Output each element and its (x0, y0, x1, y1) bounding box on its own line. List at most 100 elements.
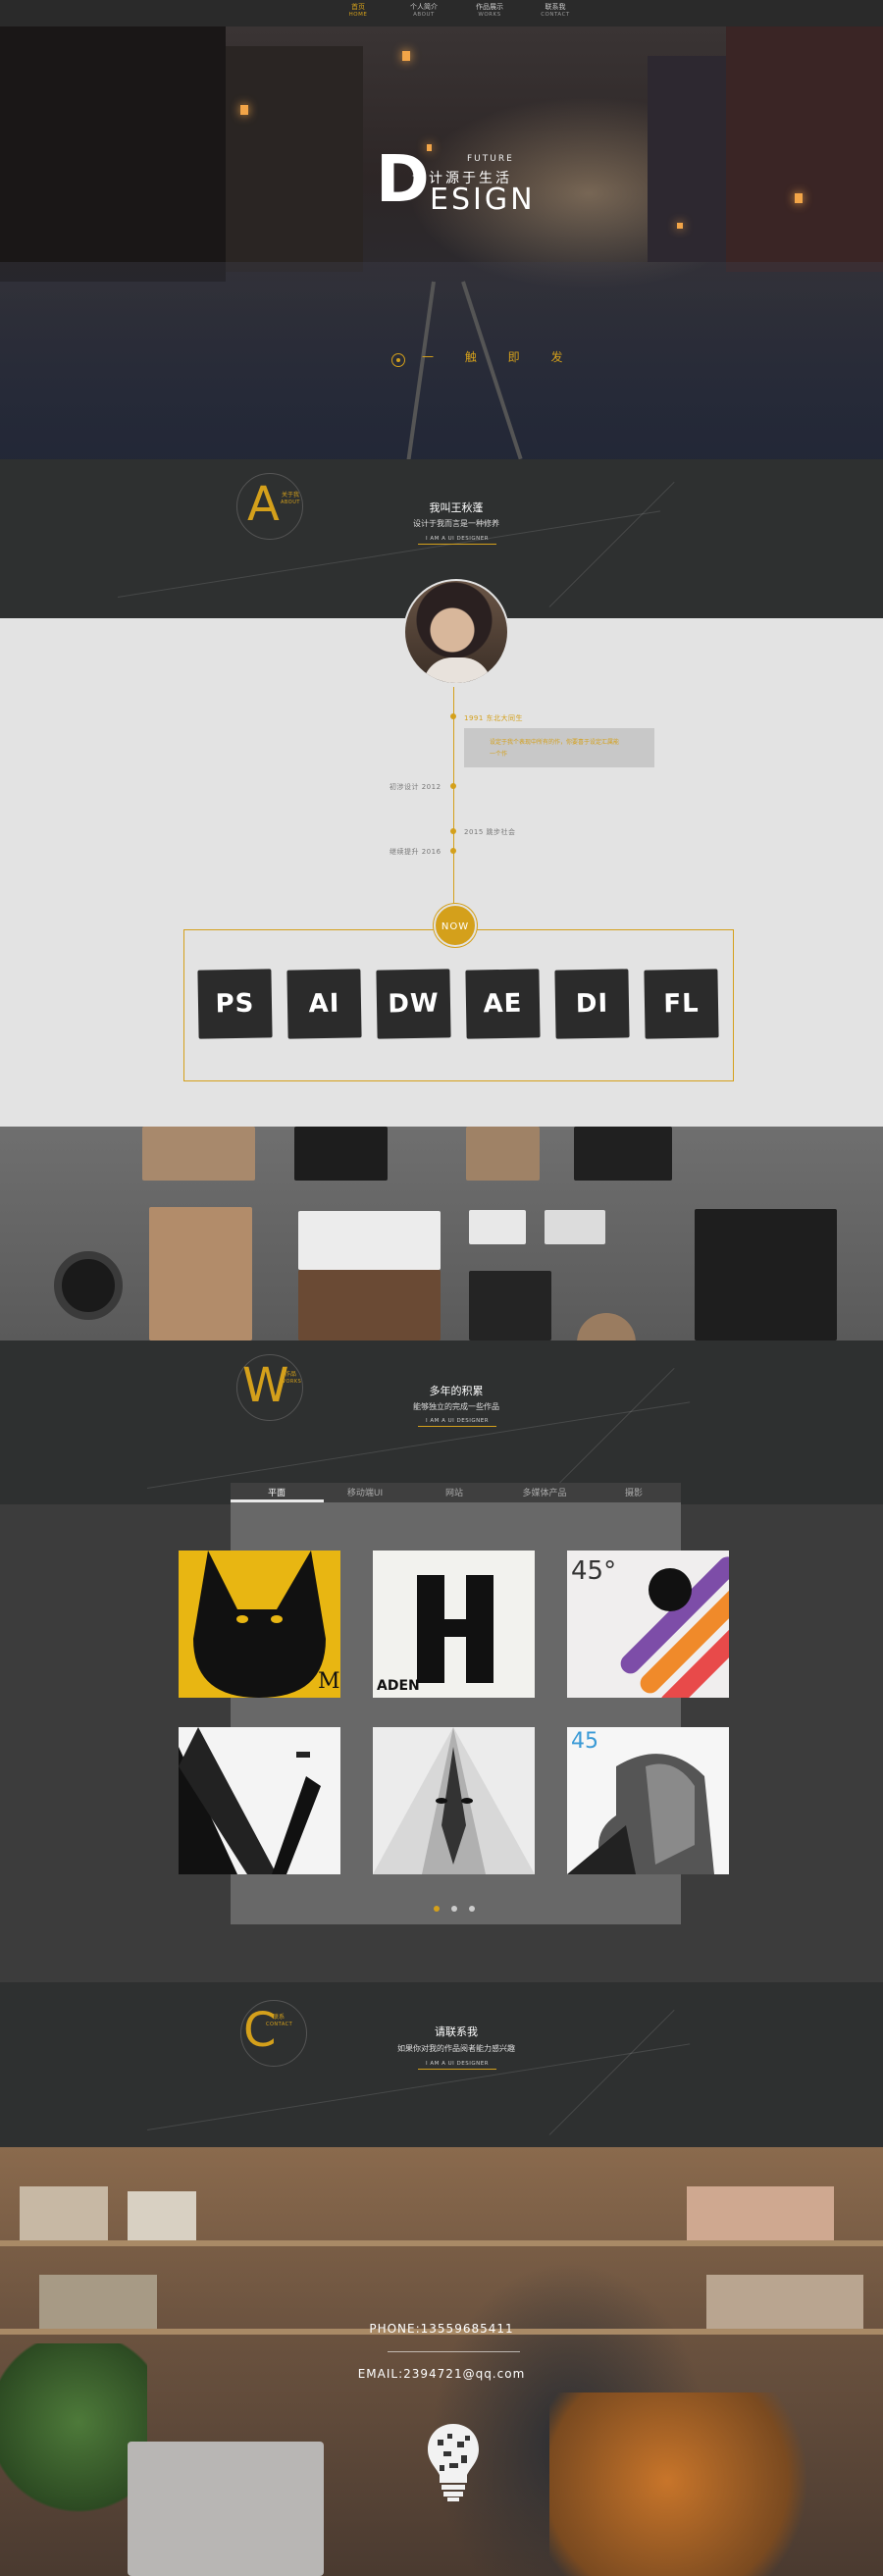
work-thumb-h[interactable]: ADEN (373, 1551, 535, 1698)
contact-mini-en: CONTACT (266, 2022, 293, 2027)
timeline-note-line1: 设定于我个表现中所有的作，你要喜于设定汇属能 (490, 739, 620, 746)
about-letter: A (247, 477, 280, 532)
works-subtitle: 能够独立的完成一些作品 (413, 1402, 499, 1411)
photo-books (20, 2186, 108, 2240)
nav-contact[interactable]: 联系我 CONTACT (526, 3, 585, 19)
work-thumb-helicopter[interactable] (179, 1727, 340, 1874)
nav-works[interactable]: 作品展示 WORKS (460, 3, 519, 19)
about-title: 我叫王秋蓬 (429, 501, 484, 514)
hero-window-light (795, 193, 803, 203)
contact-divider (388, 2351, 520, 2352)
timeline-dot (450, 783, 456, 789)
svg-text:M: M (318, 1669, 340, 1694)
h-letter-illustration (417, 1575, 493, 1683)
work-thumb-text: 45° (571, 1556, 617, 1586)
tab-multimedia[interactable]: 多媒体产品 (500, 1486, 589, 1498)
now-badge: NOW (434, 904, 477, 947)
photo-plant (0, 2343, 147, 2520)
contact-mini-cn: 联系 (273, 2014, 286, 2021)
photo-black-box (574, 1127, 672, 1181)
lightbulb-icon (428, 2424, 479, 2501)
photo-card (469, 1210, 526, 1244)
hero-window-light (677, 223, 683, 229)
helicopter-illustration (179, 1727, 321, 1874)
photo-books (706, 2275, 863, 2329)
contact-header: C 联系 CONTACT 请联系我 如果你对我的作品阅者能力感兴趣 I AM A… (0, 1982, 883, 2147)
nav-home[interactable]: 首页 HOME (329, 3, 388, 19)
skill-ai: AI (286, 969, 362, 1039)
hero-slogan: 一 触 即 发 (422, 350, 577, 364)
pager-dot-3[interactable] (469, 1906, 475, 1912)
tab-mobile-ui[interactable]: 移动端UI (321, 1486, 409, 1498)
about-subtitle: 设计于我而言是一种修养 (413, 519, 499, 528)
cat-illustration: M (193, 1551, 340, 1698)
photo-black-box (294, 1127, 388, 1181)
contact-tag: I AM A UI DESIGNER (418, 2061, 496, 2070)
photo-pen-box (142, 1127, 255, 1181)
photo-books (128, 2191, 196, 2240)
logo-future: FUTURE (467, 154, 514, 164)
photo-laptop (128, 2442, 324, 2576)
timeline-dot (450, 828, 456, 834)
top-nav: 首页 HOME 个人简介 ABOUT 作品展示 WORKS 联系我 CONTAC… (0, 0, 883, 26)
nav-home-en: HOME (348, 12, 368, 18)
skill-ps: PS (197, 969, 273, 1039)
works-header: W 作品 WORKS 多年的积累 能够独立的完成一些作品 I AM A UI D… (0, 1341, 883, 1504)
pager-dot-2[interactable] (451, 1906, 457, 1912)
photo-folder (298, 1270, 441, 1341)
logo-design: ESIGN (430, 183, 536, 217)
nav-works-label: 作品展示 (476, 3, 503, 11)
hero-banner (0, 26, 883, 459)
photo-white-card (298, 1211, 441, 1270)
photo-black-folder (695, 1209, 837, 1341)
work-thumb-wolf[interactable] (373, 1727, 535, 1874)
hero-building (726, 26, 883, 272)
works-mini-cn: 作品 (285, 1371, 297, 1378)
timeline-dot (450, 848, 456, 854)
works-letter: W (242, 1358, 289, 1413)
hero-building (226, 46, 363, 272)
nav-about[interactable]: 个人简介 ABOUT (394, 3, 453, 19)
timeline-entry: 1991 东北大同生 (464, 714, 524, 722)
photo-black-notebook (469, 1271, 551, 1341)
nav-contact-label: 联系我 (545, 3, 566, 11)
timeline-entry: 继续提升 2016 (390, 848, 442, 856)
about-mini-cn: 关于我 (282, 492, 300, 499)
contact-photo (0, 2147, 883, 2576)
pager-dot-1[interactable] (434, 1906, 440, 1912)
nav-contact-en: CONTACT (541, 12, 570, 18)
contact-email[interactable]: EMAIL:2394721@qq.com (294, 2367, 589, 2381)
photo-books (39, 2275, 157, 2329)
nav-about-en: ABOUT (413, 12, 435, 18)
tab-photography[interactable]: 摄影 (590, 1486, 678, 1498)
skill-dw: DW (376, 969, 451, 1039)
about-tag: I AM A UI DESIGNER (418, 536, 496, 545)
wolf-illustration (373, 1727, 535, 1874)
skill-fl: FL (644, 969, 719, 1039)
photo-envelope (577, 1313, 636, 1341)
nav-works-en: WORKS (478, 12, 501, 18)
contact-letter: C (243, 2003, 277, 2058)
timeline-line (453, 687, 454, 908)
hero-window-light (240, 105, 248, 115)
work-thumb-oldman[interactable]: 45 (567, 1727, 729, 1874)
skill-di: DI (554, 969, 630, 1039)
timeline-entry: 2015 跳步社会 (464, 828, 516, 836)
timeline-note: 设定于我个表现中所有的作，你要喜于设定汇属能 一个作 (464, 728, 654, 767)
nav-home-label: 首页 (351, 3, 365, 11)
contact-phone[interactable]: PHONE:13559685411 (294, 2322, 589, 2336)
works-mini-en: WORKS (281, 1379, 302, 1385)
avatar (403, 579, 509, 685)
avatar-shirt (423, 657, 492, 683)
decor-line (146, 2043, 691, 2130)
skill-ae: AE (465, 969, 541, 1039)
work-thumb-45[interactable]: 45° (567, 1551, 729, 1698)
timeline-entry: 初涉设计 2012 (390, 783, 442, 791)
timeline-note-text: 设定于我个表现中所有的作，你要喜于设定汇属能 一个作 (490, 737, 647, 761)
tab-graphic[interactable]: 平面 (233, 1486, 321, 1498)
contact-title: 请联系我 (435, 2025, 478, 2038)
tab-active-indicator (231, 1499, 324, 1502)
photo-card (545, 1210, 605, 1244)
tab-web[interactable]: 网站 (410, 1486, 498, 1498)
work-thumb-cat[interactable]: M (179, 1551, 340, 1698)
